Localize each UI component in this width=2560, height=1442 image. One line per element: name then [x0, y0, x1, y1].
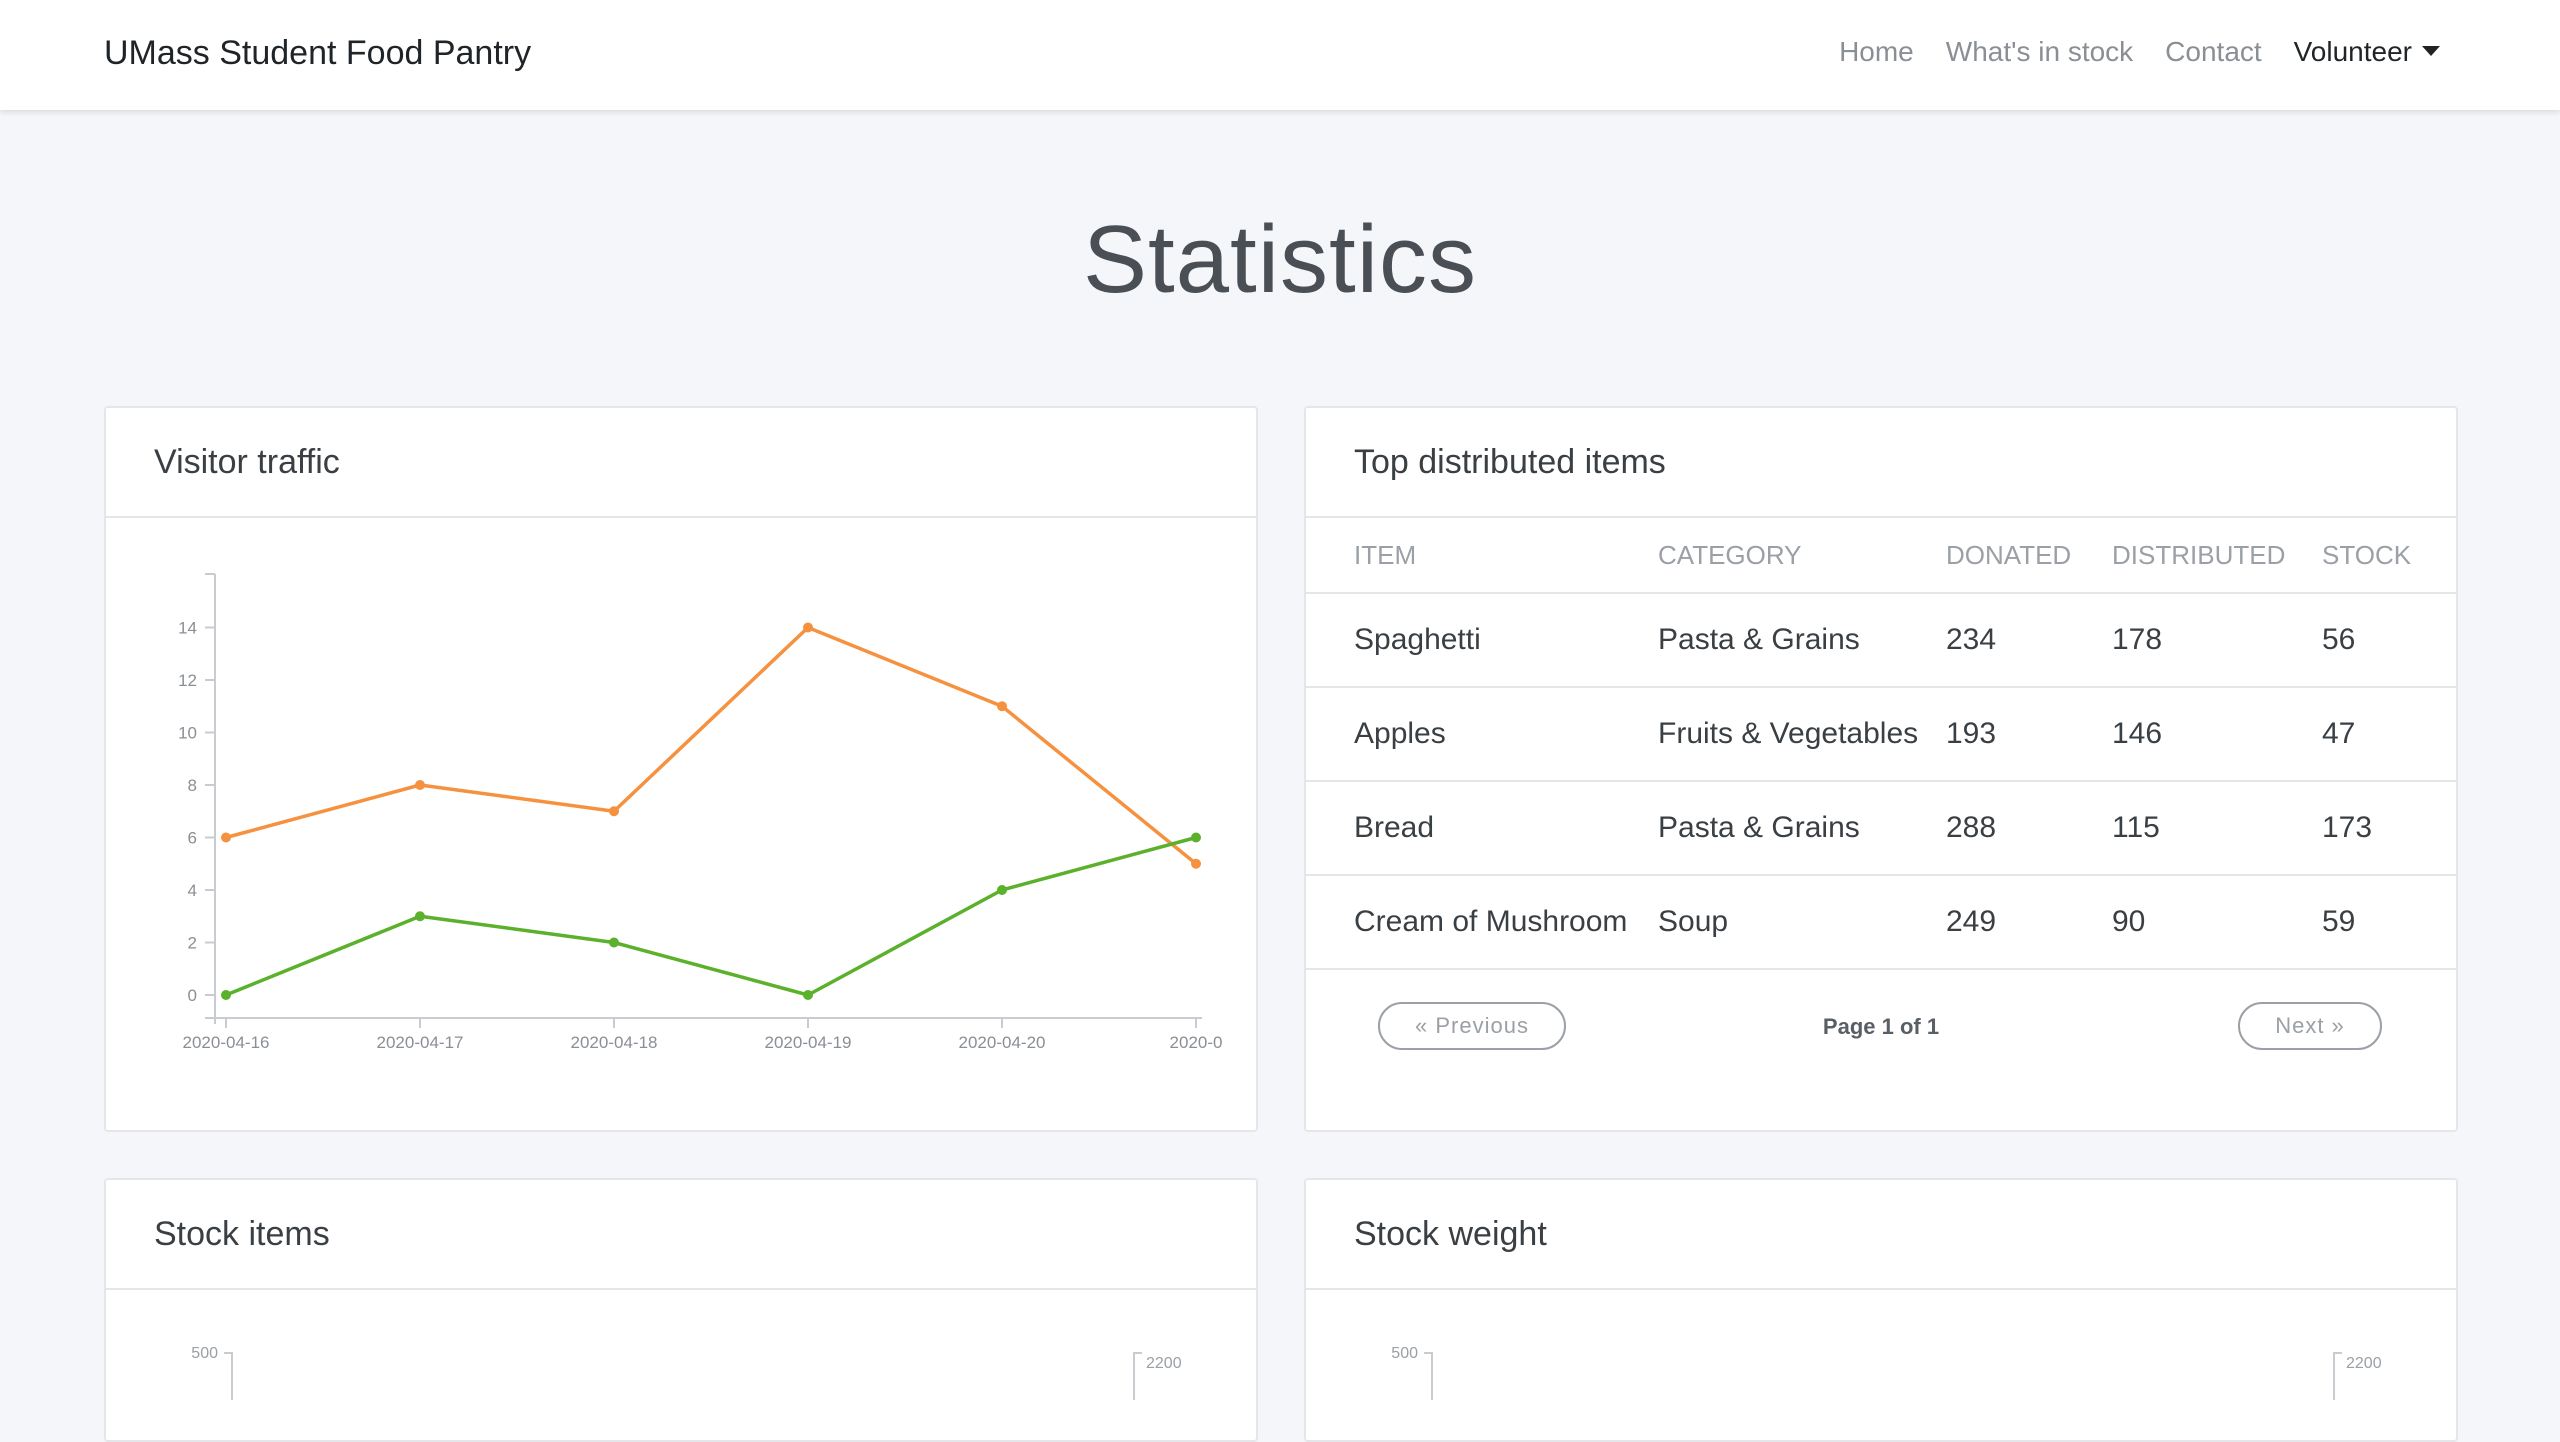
- cell-item: Spaghetti: [1306, 593, 1658, 688]
- x-tick-label: 2020-04-16: [183, 1033, 270, 1052]
- data-point: [1191, 832, 1201, 843]
- stock-weight-title: Stock weight: [1306, 1180, 2456, 1290]
- page-title: Statistics: [1082, 206, 1478, 313]
- col-distributed[interactable]: Distributed: [2112, 518, 2322, 594]
- x-tick-label: 2020-04-19: [765, 1033, 852, 1052]
- brand-link[interactable]: UMass Student Food Pantry: [104, 34, 531, 73]
- nav-contact[interactable]: Contact: [2165, 36, 2262, 68]
- y-tick-label: 6: [188, 829, 197, 848]
- navbar: UMass Student Food Pantry Home What's in…: [0, 0, 2560, 110]
- data-point: [997, 885, 1007, 895]
- cell-distributed: 90: [2112, 875, 2322, 970]
- top-items-table: Item Category Donated Distributed Stock …: [1306, 518, 2456, 970]
- left-axis-line: [224, 1352, 233, 1400]
- cell-stock: 173: [2322, 781, 2456, 876]
- right-axis-tick-label: 2200: [2346, 1355, 2382, 1372]
- cell-distributed: 178: [2112, 593, 2322, 688]
- y-tick-label: 12: [178, 671, 197, 690]
- cell-donated: 249: [1946, 875, 2112, 970]
- left-axis-tick-label: 500: [1391, 1345, 1418, 1362]
- cell-item: Apples: [1306, 687, 1658, 782]
- data-point: [997, 701, 1007, 712]
- cell-category: Pasta & Grains: [1658, 593, 1946, 688]
- left-axis-line: [1424, 1352, 1433, 1400]
- col-item[interactable]: Item: [1306, 518, 1658, 594]
- y-tick-label: 14: [178, 619, 197, 638]
- cell-stock: 47: [2322, 687, 2456, 782]
- right-axis-tick-label: 2200: [1146, 1355, 1182, 1372]
- cell-stock: 59: [2322, 875, 2456, 970]
- x-tick-label: 2020-04-18: [571, 1033, 658, 1052]
- stock-weight-chart: 500 2200: [1391, 1345, 2382, 1400]
- data-point: [803, 622, 813, 633]
- cell-stock: 56: [2322, 593, 2456, 688]
- chart-y-tick-labels: 0 2 4 6 8 10 12 14: [178, 619, 197, 1006]
- data-point: [221, 990, 231, 1000]
- nav-volunteer-dropdown[interactable]: Volunteer: [2294, 36, 2440, 68]
- top-items-title: Top distributed items: [1306, 408, 2456, 518]
- data-point: [803, 990, 813, 1000]
- data-point: [415, 780, 425, 790]
- table-row: Cream of Mushroom Soup 249 90 59: [1306, 875, 2456, 970]
- visitor-traffic-card: Visitor traffic 0 2 4 6 8 10 12 14 2020-04-16 20…: [104, 406, 1258, 1132]
- nav-links: Home What's in stock Contact Volunteer: [1807, 36, 2440, 68]
- cell-item: Cream of Mushroom: [1306, 875, 1658, 970]
- nav-home[interactable]: Home: [1839, 36, 1914, 68]
- cell-item: Bread: [1306, 781, 1658, 876]
- stock-items-card: Stock items 500 2200: [104, 1178, 1258, 1442]
- y-tick-label: 0: [188, 986, 197, 1005]
- table-row: Apples Fruits & Vegetables 193 146 47: [1306, 687, 2456, 782]
- col-donated[interactable]: Donated: [1946, 518, 2112, 594]
- nav-whats-in-stock[interactable]: What's in stock: [1946, 36, 2133, 68]
- stock-items-title: Stock items: [106, 1180, 1256, 1290]
- data-point: [415, 911, 425, 922]
- data-point: [609, 806, 619, 817]
- y-tick-label: 2: [188, 934, 197, 953]
- x-tick-label: 2020-0: [1170, 1033, 1223, 1052]
- data-point: [1191, 858, 1201, 869]
- top-items-card: Top distributed items Item Category Dona…: [1304, 406, 2458, 1132]
- y-tick-label: 4: [188, 881, 197, 900]
- chart-series: [221, 622, 1201, 1000]
- cell-distributed: 115: [2112, 781, 2322, 876]
- visitor-traffic-chart: 02468101214 2020-04-16 2020-04-17 2020-04-…: [178, 573, 1223, 1052]
- cell-category: Fruits & Vegetables: [1658, 687, 1946, 782]
- right-axis-line: [2333, 1352, 2342, 1400]
- chart-x-tick-labels: 2020-04-16 2020-04-17 2020-04-18 2020-04-19…: [183, 1033, 1223, 1052]
- stock-weight-card: Stock weight 500 2200: [1304, 1178, 2458, 1442]
- data-point: [609, 937, 619, 948]
- cell-donated: 234: [1946, 593, 2112, 688]
- stock-items-chart: 500 2200: [191, 1345, 1182, 1400]
- y-tick-label: 10: [178, 724, 197, 743]
- data-point: [221, 832, 231, 843]
- col-stock[interactable]: Stock: [2322, 518, 2456, 594]
- cell-category: Pasta & Grains: [1658, 781, 1946, 876]
- y-tick-label: 8: [188, 776, 197, 795]
- x-tick-label: 2020-04-20: [959, 1033, 1046, 1052]
- visitor-traffic-title: Visitor traffic: [106, 408, 1256, 518]
- series-line-1: [225, 625, 1198, 866]
- next-button[interactable]: Next »: [2238, 1002, 2382, 1050]
- right-axis-line: [1133, 1352, 1142, 1400]
- x-tick-label: 2020-04-17: [377, 1033, 464, 1052]
- left-axis-tick-label: 500: [191, 1345, 218, 1362]
- cell-category: Soup: [1658, 875, 1946, 970]
- table-row: Spaghetti Pasta & Grains 234 178 56: [1306, 593, 2456, 688]
- volunteer-label: Volunteer: [2293, 36, 2412, 67]
- cell-donated: 193: [1946, 687, 2112, 782]
- cell-donated: 288: [1946, 781, 2112, 876]
- series-line-2: [225, 835, 1197, 997]
- col-category[interactable]: Category: [1658, 518, 1946, 594]
- table-header-row: Item Category Donated Distributed Stock: [1306, 518, 2456, 594]
- caret-down-icon: [2422, 45, 2440, 56]
- pagination: « Previous Page 1 of 1 Next »: [1306, 970, 2456, 1090]
- table-row: Bread Pasta & Grains 288 115 173: [1306, 781, 2456, 876]
- cell-distributed: 146: [2112, 687, 2322, 782]
